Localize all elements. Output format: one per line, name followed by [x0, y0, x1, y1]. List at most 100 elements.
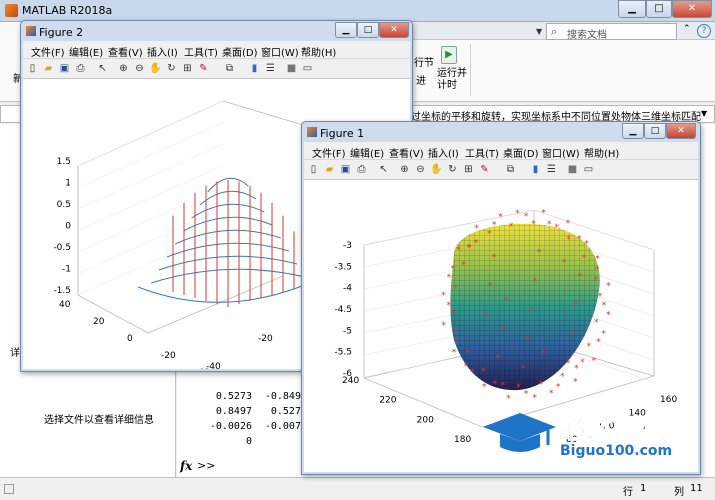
figure1-y-tick: 200	[417, 415, 434, 425]
ribbon-separator	[470, 44, 471, 96]
search-dropdown-button[interactable]: ▼	[536, 24, 546, 39]
advance-button-label[interactable]: 进	[416, 72, 426, 87]
figure1-y-tick: 240	[342, 376, 359, 386]
figure1-marker: *	[454, 327, 459, 337]
figure1-marker: *	[541, 349, 546, 359]
zoom-in-icon[interactable]: ⊕	[398, 163, 411, 176]
save-icon[interactable]: ▣	[339, 163, 352, 176]
hide-tools-icon[interactable]: ■	[285, 62, 298, 75]
print-icon[interactable]: ⎙	[355, 163, 368, 176]
toolstrip-collapse-button[interactable]: ⌃	[683, 24, 695, 39]
menu-window[interactable]: 窗口(W)	[542, 145, 580, 160]
edit-plot-icon[interactable]: ↖	[377, 163, 390, 176]
hide-tools-icon[interactable]: ■	[566, 163, 579, 176]
rotate-icon[interactable]: ↻	[446, 163, 459, 176]
figure1-close-button[interactable]: ✕	[666, 123, 696, 139]
figure1-marker: *	[482, 383, 487, 393]
section-button-label[interactable]: 行节	[414, 54, 434, 69]
rotate-icon[interactable]: ↻	[165, 62, 178, 75]
menu-desktop[interactable]: 桌面(D)	[503, 145, 539, 160]
open-icon[interactable]: ▰	[42, 62, 55, 75]
figure1-marker: *	[481, 367, 486, 377]
figure1-marker: *	[566, 359, 571, 369]
figure1-toolbar: ▯ ▰ ▣ ⎙ ↖ ⊕ ⊖ ✋ ↻ ⊞ ✎ ⧉ ▮ ☰ ■ ▭	[304, 160, 698, 180]
menu-view[interactable]: 查看(V)	[389, 145, 424, 160]
figure2-minimize-button[interactable]: ▁	[335, 22, 357, 38]
figure2-menubar: 文件(F) 编辑(E) 查看(V) 插入(I) 工具(T) 桌面(D) 窗口(W…	[23, 41, 410, 59]
figure2-maximize-button[interactable]: □	[357, 22, 379, 38]
menu-help[interactable]: 帮助(H)	[584, 145, 619, 160]
data-cursor-icon[interactable]: ⊞	[181, 62, 194, 75]
colorbar-icon[interactable]: ▮	[529, 163, 542, 176]
menu-view[interactable]: 查看(V)	[108, 44, 143, 59]
open-icon[interactable]: ▰	[323, 163, 336, 176]
link-icon[interactable]: ⧉	[223, 62, 236, 75]
command-prompt[interactable]: >>	[197, 459, 215, 472]
figure1-marker: *	[521, 364, 526, 374]
show-tools-icon[interactable]: ▭	[301, 62, 314, 75]
menu-insert[interactable]: 插入(I)	[428, 145, 459, 160]
zoom-out-icon[interactable]: ⊖	[414, 163, 427, 176]
menu-edit[interactable]: 编辑(E)	[69, 44, 103, 59]
menu-insert[interactable]: 插入(I)	[147, 44, 178, 59]
legend-icon[interactable]: ☰	[264, 62, 277, 75]
brush-icon[interactable]: ✎	[197, 62, 210, 75]
main-close-button[interactable]: ✕	[672, 0, 712, 18]
menu-window[interactable]: 窗口(W)	[261, 44, 299, 59]
figure1-marker: *	[441, 291, 446, 301]
run-and-time-button[interactable]: 运行并 计时	[437, 68, 467, 92]
details-label: 详	[10, 348, 20, 359]
watermark: 必过源码 Biguo100.com	[478, 405, 708, 465]
path-dropdown-icon[interactable]: ▼	[701, 109, 707, 118]
figure1-minimize-button[interactable]: ▁	[622, 123, 644, 139]
figure1-marker: *	[474, 238, 479, 248]
print-icon[interactable]: ⎙	[74, 62, 87, 75]
menu-edit[interactable]: 编辑(E)	[350, 145, 384, 160]
link-icon[interactable]: ⧉	[504, 163, 517, 176]
figure1-marker: *	[474, 224, 479, 234]
menu-file[interactable]: 文件(F)	[31, 44, 65, 59]
figure1-marker: *	[498, 213, 503, 223]
legend-icon[interactable]: ☰	[545, 163, 558, 176]
menu-file[interactable]: 文件(F)	[312, 145, 346, 160]
main-minimize-button[interactable]: ▁	[618, 0, 646, 18]
figure2-y-tick: 20	[93, 317, 105, 327]
menu-desktop[interactable]: 桌面(D)	[222, 44, 258, 59]
new-figure-icon[interactable]: ▯	[26, 62, 39, 75]
figure2-z-ticks: 1.5 1 0.5 0 -0.5 -1 -1.5	[53, 157, 71, 296]
figure1-z-tick: -5	[343, 326, 352, 336]
menu-help[interactable]: 帮助(H)	[301, 44, 336, 59]
figure1-y-tick: 220	[379, 396, 396, 406]
figure1-marker: *	[496, 354, 501, 364]
search-documentation-input[interactable]: ⌕ 搜索文档	[546, 23, 677, 41]
menu-tools[interactable]: 工具(T)	[465, 145, 499, 160]
pan-icon[interactable]: ✋	[430, 163, 443, 176]
pan-icon[interactable]: ✋	[149, 62, 162, 75]
help-icon[interactable]: ?	[697, 24, 711, 38]
figure1-marker: *	[539, 380, 544, 390]
figure1-marker: *	[601, 329, 606, 339]
figure2-z-tick: 1	[65, 179, 71, 189]
figure1-marker: *	[450, 310, 455, 320]
figure1-marker: *	[592, 357, 597, 367]
edit-plot-icon[interactable]: ↖	[96, 62, 109, 75]
zoom-in-icon[interactable]: ⊕	[117, 62, 130, 75]
figure1-marker: *	[566, 219, 571, 229]
brush-icon[interactable]: ✎	[478, 163, 491, 176]
save-icon[interactable]: ▣	[58, 62, 71, 75]
data-cursor-icon[interactable]: ⊞	[462, 163, 475, 176]
zoom-out-icon[interactable]: ⊖	[133, 62, 146, 75]
figure2-toolbar: ▯ ▰ ▣ ⎙ ↖ ⊕ ⊖ ✋ ↻ ⊞ ✎ ⧉ ▮ ☰ ■ ▭	[23, 59, 410, 79]
figure1-maximize-button[interactable]: □	[644, 123, 666, 139]
figure2-title: Figure 2	[39, 26, 84, 39]
figure1-marker: *	[500, 325, 505, 335]
main-maximize-button[interactable]: □	[646, 0, 672, 18]
figure1-marker: *	[541, 208, 546, 218]
figure1-z-tick: -3	[343, 241, 352, 251]
new-figure-icon[interactable]: ▯	[307, 163, 320, 176]
show-tools-icon[interactable]: ▭	[582, 163, 595, 176]
figure2-close-button[interactable]: ✕	[379, 22, 409, 38]
figure1-title: Figure 1	[320, 127, 365, 140]
menu-tools[interactable]: 工具(T)	[184, 44, 218, 59]
colorbar-icon[interactable]: ▮	[248, 62, 261, 75]
